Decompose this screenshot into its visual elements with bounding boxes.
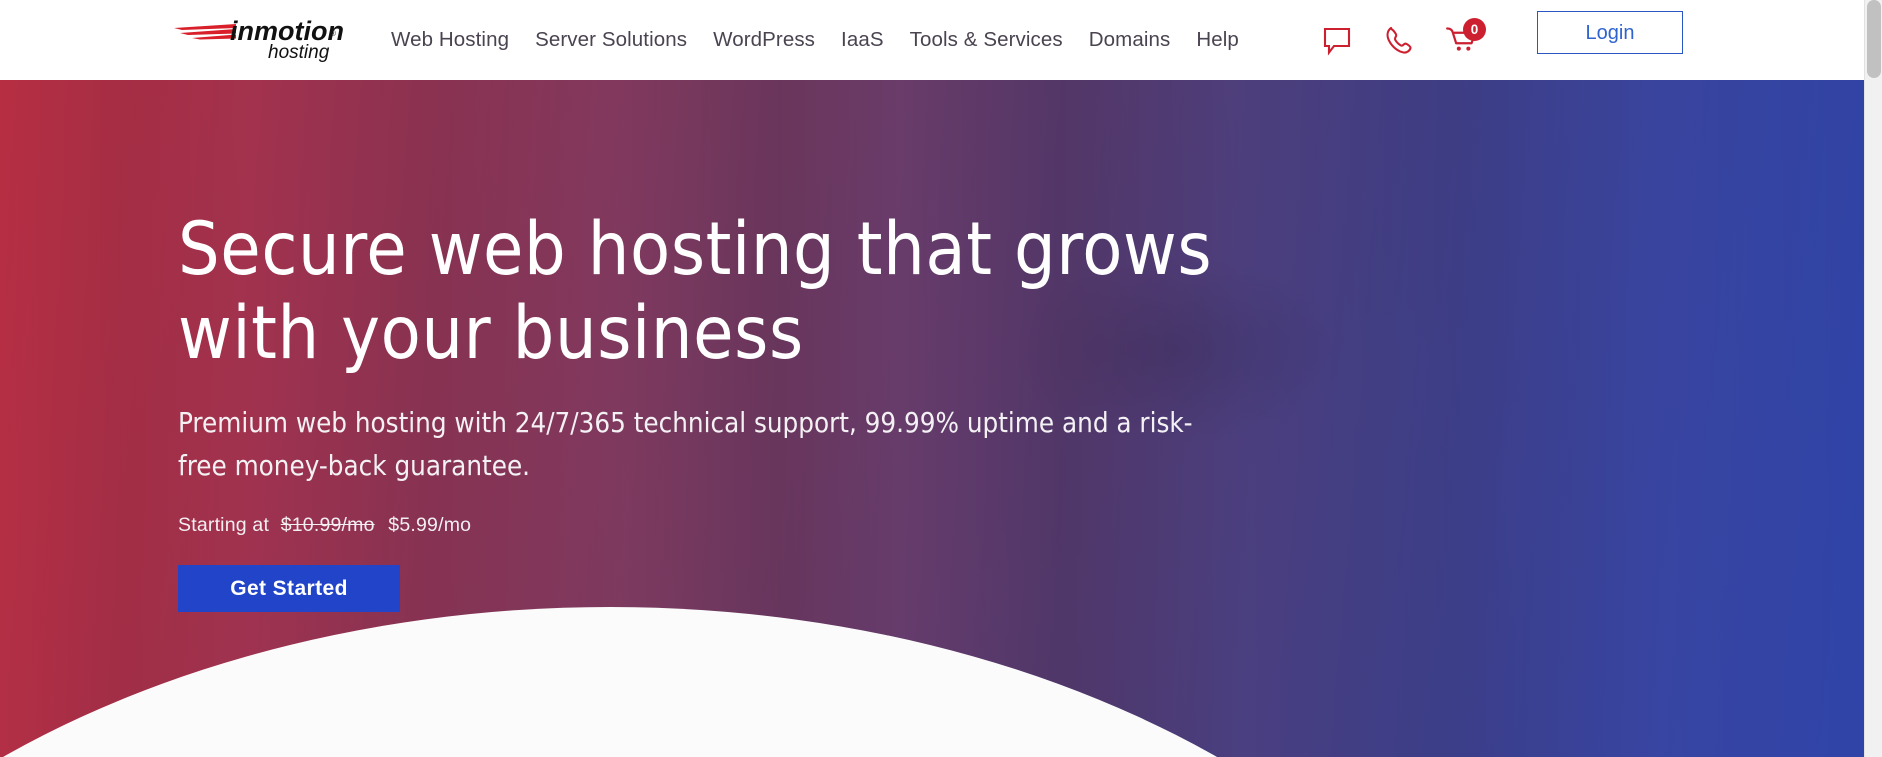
cart-count-badge: 0 bbox=[1463, 18, 1486, 41]
nav-item-web-hosting[interactable]: Web Hosting bbox=[378, 28, 522, 52]
hero-banner: Secure web hosting that grows with your … bbox=[0, 80, 1864, 757]
scrollbar-thumb[interactable] bbox=[1867, 0, 1881, 78]
registered-trademark-icon: ® bbox=[330, 29, 336, 38]
site-header: inmotion ® hosting Web Hosting Server So… bbox=[0, 0, 1864, 80]
hero-content: Secure web hosting that grows with your … bbox=[178, 208, 1298, 612]
chat-bubble-icon[interactable] bbox=[1320, 23, 1354, 57]
price-prefix: Starting at bbox=[178, 514, 270, 536]
phone-icon[interactable] bbox=[1382, 23, 1416, 57]
price-original: $10.99/mo bbox=[280, 514, 375, 536]
nav-item-help[interactable]: Help bbox=[1183, 28, 1252, 52]
inmotion-hosting-logo[interactable]: inmotion ® hosting bbox=[172, 12, 348, 62]
login-button[interactable]: Login bbox=[1537, 11, 1683, 54]
cart-button[interactable]: 0 bbox=[1444, 18, 1486, 60]
nav-item-tools-services[interactable]: Tools & Services bbox=[897, 28, 1076, 52]
hero-subheadline: Premium web hosting with 24/7/365 techni… bbox=[178, 407, 1193, 482]
get-started-button[interactable]: Get Started bbox=[178, 565, 400, 612]
primary-navigation: Web Hosting Server Solutions WordPress I… bbox=[378, 0, 1252, 80]
nav-item-domains[interactable]: Domains bbox=[1076, 28, 1184, 52]
nav-item-wordpress[interactable]: WordPress bbox=[700, 28, 828, 52]
header-actions: 0 bbox=[1320, 0, 1486, 80]
red-swoosh-icon bbox=[174, 24, 236, 40]
price-current: $5.99/mo bbox=[388, 514, 472, 536]
page-root: inmotion ® hosting Web Hosting Server So… bbox=[0, 0, 1882, 757]
logo-subwordmark: hosting bbox=[268, 42, 330, 62]
page-scrollbar[interactable] bbox=[1864, 0, 1882, 757]
nav-item-iaas[interactable]: IaaS bbox=[828, 28, 897, 52]
hero-pricing-line: Starting at $10.99/mo $5.99/mo bbox=[178, 514, 1298, 537]
hero-headline: Secure web hosting that grows with your … bbox=[178, 207, 1213, 376]
nav-item-server-solutions[interactable]: Server Solutions bbox=[522, 28, 700, 52]
